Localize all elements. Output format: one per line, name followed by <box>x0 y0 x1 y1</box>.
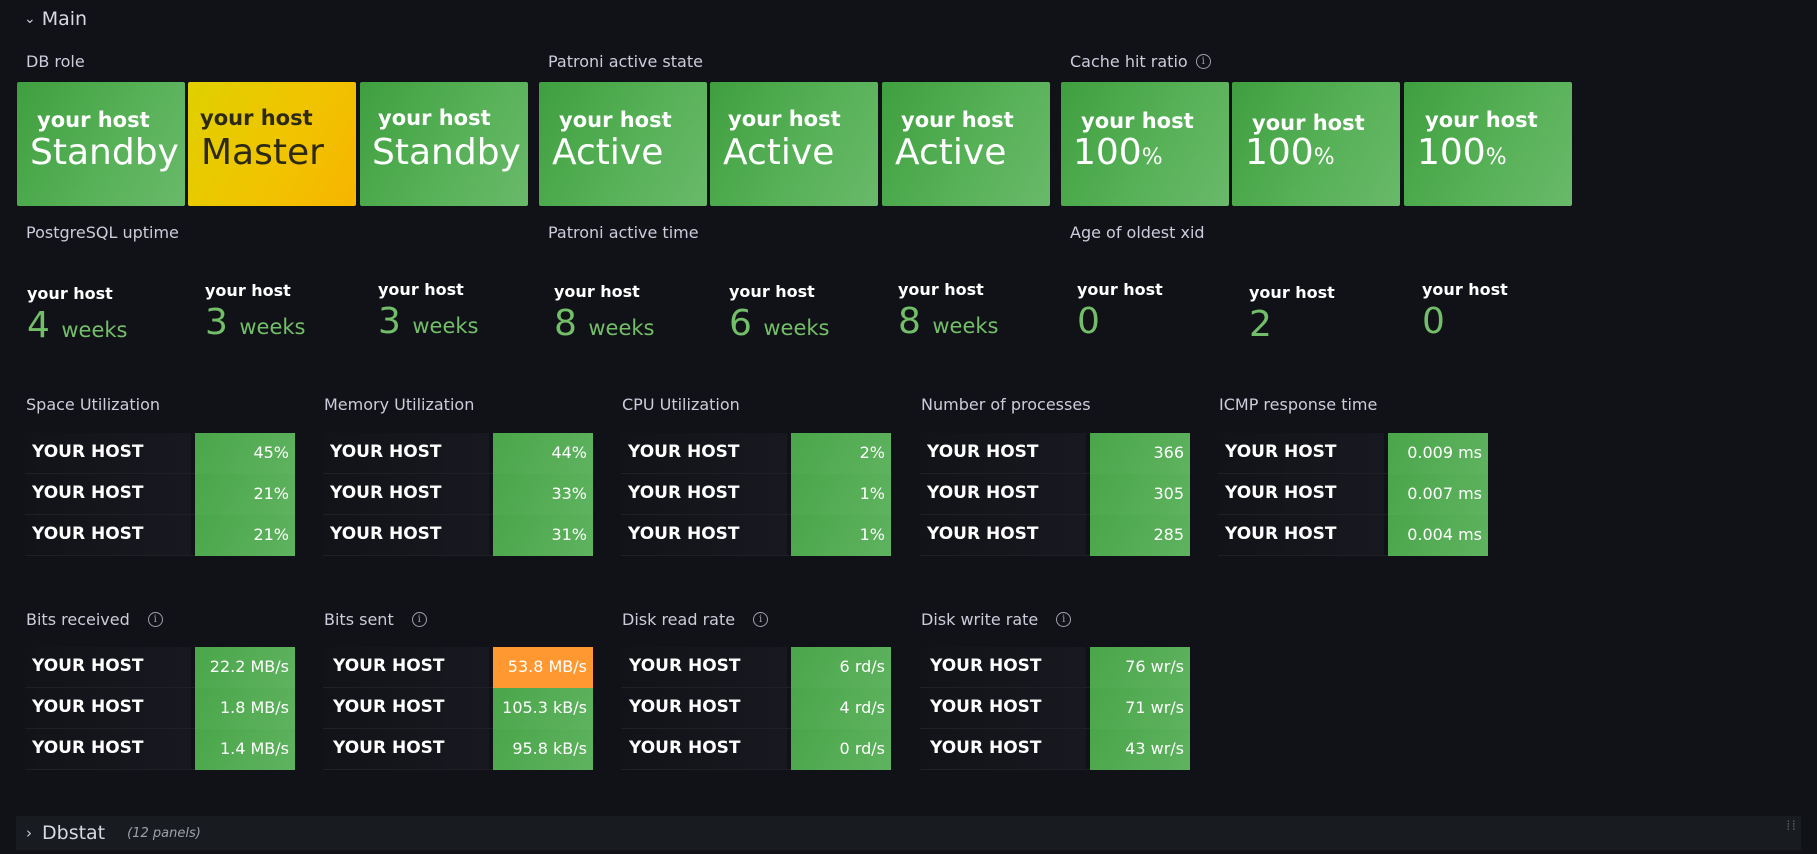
bar-gauge-table: YOUR HOST 0.009 ms YOUR HOST 0.007 ms YOUR… <box>1218 433 1488 556</box>
table-row[interactable]: YOUR HOST 0 rd/s <box>621 729 891 770</box>
stat-tile[interactable]: your host Active <box>710 82 878 206</box>
stat-value[interactable]: your host 3 weeks <box>205 281 305 343</box>
table-row[interactable]: YOUR HOST 1% <box>621 515 891 556</box>
panel-title-bits-sent[interactable]: Bits sent i <box>324 610 427 629</box>
table-row[interactable]: YOUR HOST 21% <box>25 474 295 515</box>
panel-title-space[interactable]: Space Utilization <box>26 395 160 414</box>
chevron-down-icon: ⌄ <box>24 11 36 27</box>
row-main-header[interactable]: ⌄ Main <box>24 6 87 32</box>
panel-title-disk-write[interactable]: Disk write rate i <box>921 610 1072 629</box>
bar-gauge-table: YOUR HOST 53.8 MB/s YOUR HOST 105.3 kB/s Y… <box>323 647 593 770</box>
info-icon[interactable]: i <box>1195 54 1211 69</box>
stat-value[interactable]: your host 8 weeks <box>898 280 998 342</box>
info-icon[interactable]: i <box>411 612 427 627</box>
table-row[interactable]: YOUR HOST 0.007 ms <box>1218 474 1488 515</box>
stat-tile[interactable]: your host 100% <box>1232 82 1400 206</box>
panel-title-cpu[interactable]: CPU Utilization <box>622 395 740 414</box>
stat-value[interactable]: your host 8 weeks <box>554 282 654 344</box>
stat-value[interactable]: your host 0 <box>1422 280 1508 342</box>
panel-title-patroni-state[interactable]: Patroni active state <box>548 52 703 71</box>
stat-tile[interactable]: your host 100% <box>1404 82 1572 206</box>
table-row[interactable]: YOUR HOST 44% <box>323 433 593 474</box>
table-row[interactable]: YOUR HOST 4 rd/s <box>621 688 891 729</box>
stat-value[interactable]: your host 2 <box>1249 283 1335 345</box>
chevron-right-icon: › <box>26 824 32 842</box>
stat-tile[interactable]: your host Master <box>188 82 356 206</box>
table-row[interactable]: YOUR HOST 21% <box>25 515 295 556</box>
stat-tile[interactable]: your host Standby <box>360 82 528 206</box>
panel-title-icmp[interactable]: ICMP response time <box>1219 395 1377 414</box>
table-row[interactable]: YOUR HOST 105.3 kB/s <box>323 688 593 729</box>
panel-title-oldest-xid[interactable]: Age of oldest xid <box>1070 223 1205 242</box>
info-icon[interactable]: i <box>753 612 769 627</box>
table-row[interactable]: YOUR HOST 366 <box>920 433 1190 474</box>
table-row[interactable]: YOUR HOST 95.8 kB/s <box>323 729 593 770</box>
stat-value[interactable]: your host 6 weeks <box>729 282 829 344</box>
table-row[interactable]: YOUR HOST 53.8 MB/s <box>323 647 593 688</box>
row-title: Dbstat <box>42 822 106 844</box>
table-row[interactable]: YOUR HOST 1.4 MB/s <box>25 729 295 770</box>
table-row[interactable]: YOUR HOST 33% <box>323 474 593 515</box>
table-row[interactable]: YOUR HOST 2% <box>621 433 891 474</box>
table-row[interactable]: YOUR HOST 22.2 MB/s <box>25 647 295 688</box>
panel-title-pg-uptime[interactable]: PostgreSQL uptime <box>26 223 179 242</box>
table-row[interactable]: YOUR HOST 76 wr/s <box>920 647 1190 688</box>
stat-tile[interactable]: your host Standby <box>17 82 185 206</box>
panel-title-memory[interactable]: Memory Utilization <box>324 395 474 414</box>
bar-gauge-table: YOUR HOST 44% YOUR HOST 33% YOUR HOST 31% <box>323 433 593 556</box>
info-icon[interactable]: i <box>1056 612 1072 627</box>
panel-count: (12 panels) <box>127 825 201 841</box>
table-row[interactable]: YOUR HOST 31% <box>323 515 593 556</box>
stat-tile[interactable]: your host 100% <box>1061 82 1229 206</box>
table-row[interactable]: YOUR HOST 1% <box>621 474 891 515</box>
stat-tile[interactable]: your host Active <box>882 82 1050 206</box>
stat-value[interactable]: your host 3 weeks <box>378 280 478 342</box>
stat-value[interactable]: your host 4 weeks <box>27 284 127 346</box>
panel-title-disk-read[interactable]: Disk read rate i <box>622 610 769 629</box>
panel-title-cache-hit[interactable]: Cache hit ratio i <box>1070 52 1211 71</box>
bar-gauge-table: YOUR HOST 366 YOUR HOST 305 YOUR HOST 285 <box>920 433 1190 556</box>
panel-title-db-role[interactable]: DB role <box>26 52 85 71</box>
stat-value[interactable]: your host 0 <box>1077 280 1163 342</box>
bar-gauge-table: YOUR HOST 45% YOUR HOST 21% YOUR HOST 21% <box>25 433 295 556</box>
row-title: Main <box>41 8 88 30</box>
bar-gauge-table: YOUR HOST 2% YOUR HOST 1% YOUR HOST 1% <box>621 433 891 556</box>
table-row[interactable]: YOUR HOST 71 wr/s <box>920 688 1190 729</box>
table-row[interactable]: YOUR HOST 45% <box>25 433 295 474</box>
table-row[interactable]: YOUR HOST 1.8 MB/s <box>25 688 295 729</box>
drag-handle-icon[interactable]: ⁞⁞ <box>1786 819 1797 833</box>
stat-tile[interactable]: your host Active <box>539 82 707 206</box>
bar-gauge-table: YOUR HOST 22.2 MB/s YOUR HOST 1.8 MB/s YOU… <box>25 647 295 770</box>
bar-gauge-table: YOUR HOST 76 wr/s YOUR HOST 71 wr/s YOUR H… <box>920 647 1190 770</box>
table-row[interactable]: YOUR HOST 6 rd/s <box>621 647 891 688</box>
table-row[interactable]: YOUR HOST 305 <box>920 474 1190 515</box>
bar-gauge-table: YOUR HOST 6 rd/s YOUR HOST 4 rd/s YOUR HOS… <box>621 647 891 770</box>
panel-title-procs[interactable]: Number of processes <box>921 395 1091 414</box>
panel-title-bits-received[interactable]: Bits received i <box>26 610 163 629</box>
table-row[interactable]: YOUR HOST 285 <box>920 515 1190 556</box>
table-row[interactable]: YOUR HOST 0.004 ms <box>1218 515 1488 556</box>
info-icon[interactable]: i <box>147 612 163 627</box>
panel-title-patroni-time[interactable]: Patroni active time <box>548 223 699 242</box>
table-row[interactable]: YOUR HOST 43 wr/s <box>920 729 1190 770</box>
row-dbstat-header[interactable]: › Dbstat (12 panels) <box>16 816 1801 850</box>
table-row[interactable]: YOUR HOST 0.009 ms <box>1218 433 1488 474</box>
